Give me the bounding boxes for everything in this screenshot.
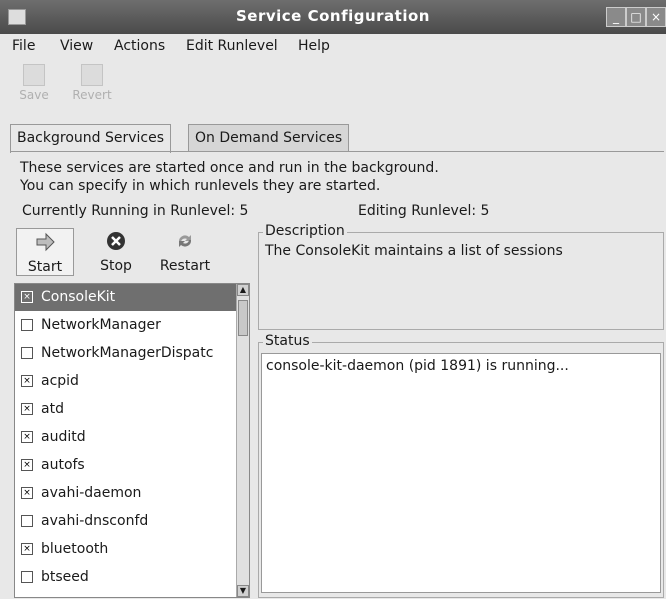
- checkbox[interactable]: ×: [21, 487, 33, 499]
- minimize-icon[interactable]: _: [606, 7, 626, 27]
- service-name: bluetooth: [41, 541, 109, 557]
- service-name: atd: [41, 401, 64, 417]
- list-item[interactable]: × autofs: [15, 452, 240, 479]
- save-icon: [23, 64, 45, 86]
- list-item[interactable]: × avahi-daemon: [15, 480, 240, 507]
- close-icon[interactable]: ×: [646, 7, 666, 27]
- service-name: auditd: [41, 429, 86, 445]
- list-item[interactable]: × bluetooth: [15, 536, 240, 563]
- list-item[interactable]: btseed: [15, 564, 240, 591]
- window-title: Service Configuration: [236, 7, 430, 25]
- menu-actions[interactable]: Actions: [114, 38, 165, 54]
- service-name: NetworkManager: [41, 317, 161, 333]
- list-item[interactable]: × auditd: [15, 424, 240, 451]
- status-frame: Status console-kit-daemon (pid 1891) is …: [258, 333, 664, 598]
- service-name: avahi-daemon: [41, 485, 142, 501]
- scroll-thumb[interactable]: [238, 300, 248, 336]
- toolbar: Save Revert: [0, 60, 666, 116]
- save-button[interactable]: Save: [6, 64, 62, 112]
- menu-view[interactable]: View: [60, 38, 93, 54]
- save-label: Save: [19, 88, 49, 102]
- description-text: The ConsoleKit maintains a list of sessi…: [265, 243, 563, 259]
- checkbox[interactable]: [21, 319, 33, 331]
- list-item[interactable]: × acpid: [15, 368, 240, 395]
- editing-runlevel: Editing Runlevel: 5: [358, 203, 490, 219]
- list-item[interactable]: × ConsoleKit: [15, 284, 240, 311]
- revert-button[interactable]: Revert: [64, 64, 120, 112]
- arrow-right-icon: [36, 232, 55, 252]
- scroll-up-icon[interactable]: ▲: [237, 284, 249, 296]
- service-name: acpid: [41, 373, 79, 389]
- list-item[interactable]: NetworkManager: [15, 312, 240, 339]
- checkbox[interactable]: [21, 571, 33, 583]
- stop-button[interactable]: Stop: [88, 228, 144, 276]
- start-label: Start: [27, 259, 63, 275]
- description-label: Description: [263, 223, 347, 239]
- menu-file[interactable]: File: [12, 38, 35, 54]
- checkbox[interactable]: ×: [21, 543, 33, 555]
- menu-edit-runlevel[interactable]: Edit Runlevel: [186, 38, 278, 54]
- maximize-icon[interactable]: □: [626, 7, 646, 27]
- scroll-down-icon[interactable]: ▼: [237, 585, 249, 597]
- restart-label: Restart: [159, 258, 211, 274]
- stop-icon: [107, 232, 125, 250]
- tab-background-services[interactable]: Background Services: [10, 124, 172, 153]
- description-frame: Description The ConsoleKit maintains a l…: [258, 223, 664, 330]
- revert-label: Revert: [72, 88, 112, 102]
- checkbox[interactable]: ×: [21, 431, 33, 443]
- list-item[interactable]: NetworkManagerDispatc: [15, 340, 240, 367]
- tab-on-demand-services[interactable]: On Demand Services: [188, 124, 350, 151]
- checkbox[interactable]: ×: [21, 375, 33, 387]
- info-line-1: These services are started once and run …: [20, 160, 439, 176]
- checkbox[interactable]: [21, 515, 33, 527]
- stop-label: Stop: [100, 258, 132, 274]
- checkbox[interactable]: ×: [21, 403, 33, 415]
- checkbox[interactable]: ×: [21, 459, 33, 471]
- current-runlevel: Currently Running in Runlevel: 5: [22, 203, 249, 219]
- start-button[interactable]: Start: [16, 228, 74, 276]
- status-box: console-kit-daemon (pid 1891) is running…: [261, 353, 661, 593]
- restart-button[interactable]: Restart: [152, 228, 218, 276]
- service-name: btseed: [41, 569, 89, 585]
- status-label: Status: [263, 333, 312, 349]
- list-item[interactable]: × atd: [15, 396, 240, 423]
- restart-icon: [178, 235, 192, 247]
- revert-icon: [81, 64, 103, 86]
- menu-help[interactable]: Help: [298, 38, 330, 54]
- list-scrollbar[interactable]: ▲ ▼: [236, 284, 249, 597]
- info-line-2: You can specify in which runlevels they …: [20, 178, 381, 194]
- menu-bar: File View Actions Edit Runlevel Help: [0, 34, 666, 60]
- list-item[interactable]: avahi-dnsconfd: [15, 508, 240, 535]
- title-bar: Service Configuration _ □ ×: [0, 0, 666, 34]
- service-name: avahi-dnsconfd: [41, 513, 149, 529]
- service-name: autofs: [41, 457, 85, 473]
- checkbox[interactable]: ×: [21, 291, 33, 303]
- checkbox[interactable]: [21, 347, 33, 359]
- services-list[interactable]: × ConsoleKit NetworkManager NetworkManage…: [14, 283, 250, 598]
- status-text: console-kit-daemon (pid 1891) is running…: [266, 358, 569, 374]
- service-name: ConsoleKit: [41, 289, 116, 305]
- service-name: NetworkManagerDispatc: [41, 345, 214, 361]
